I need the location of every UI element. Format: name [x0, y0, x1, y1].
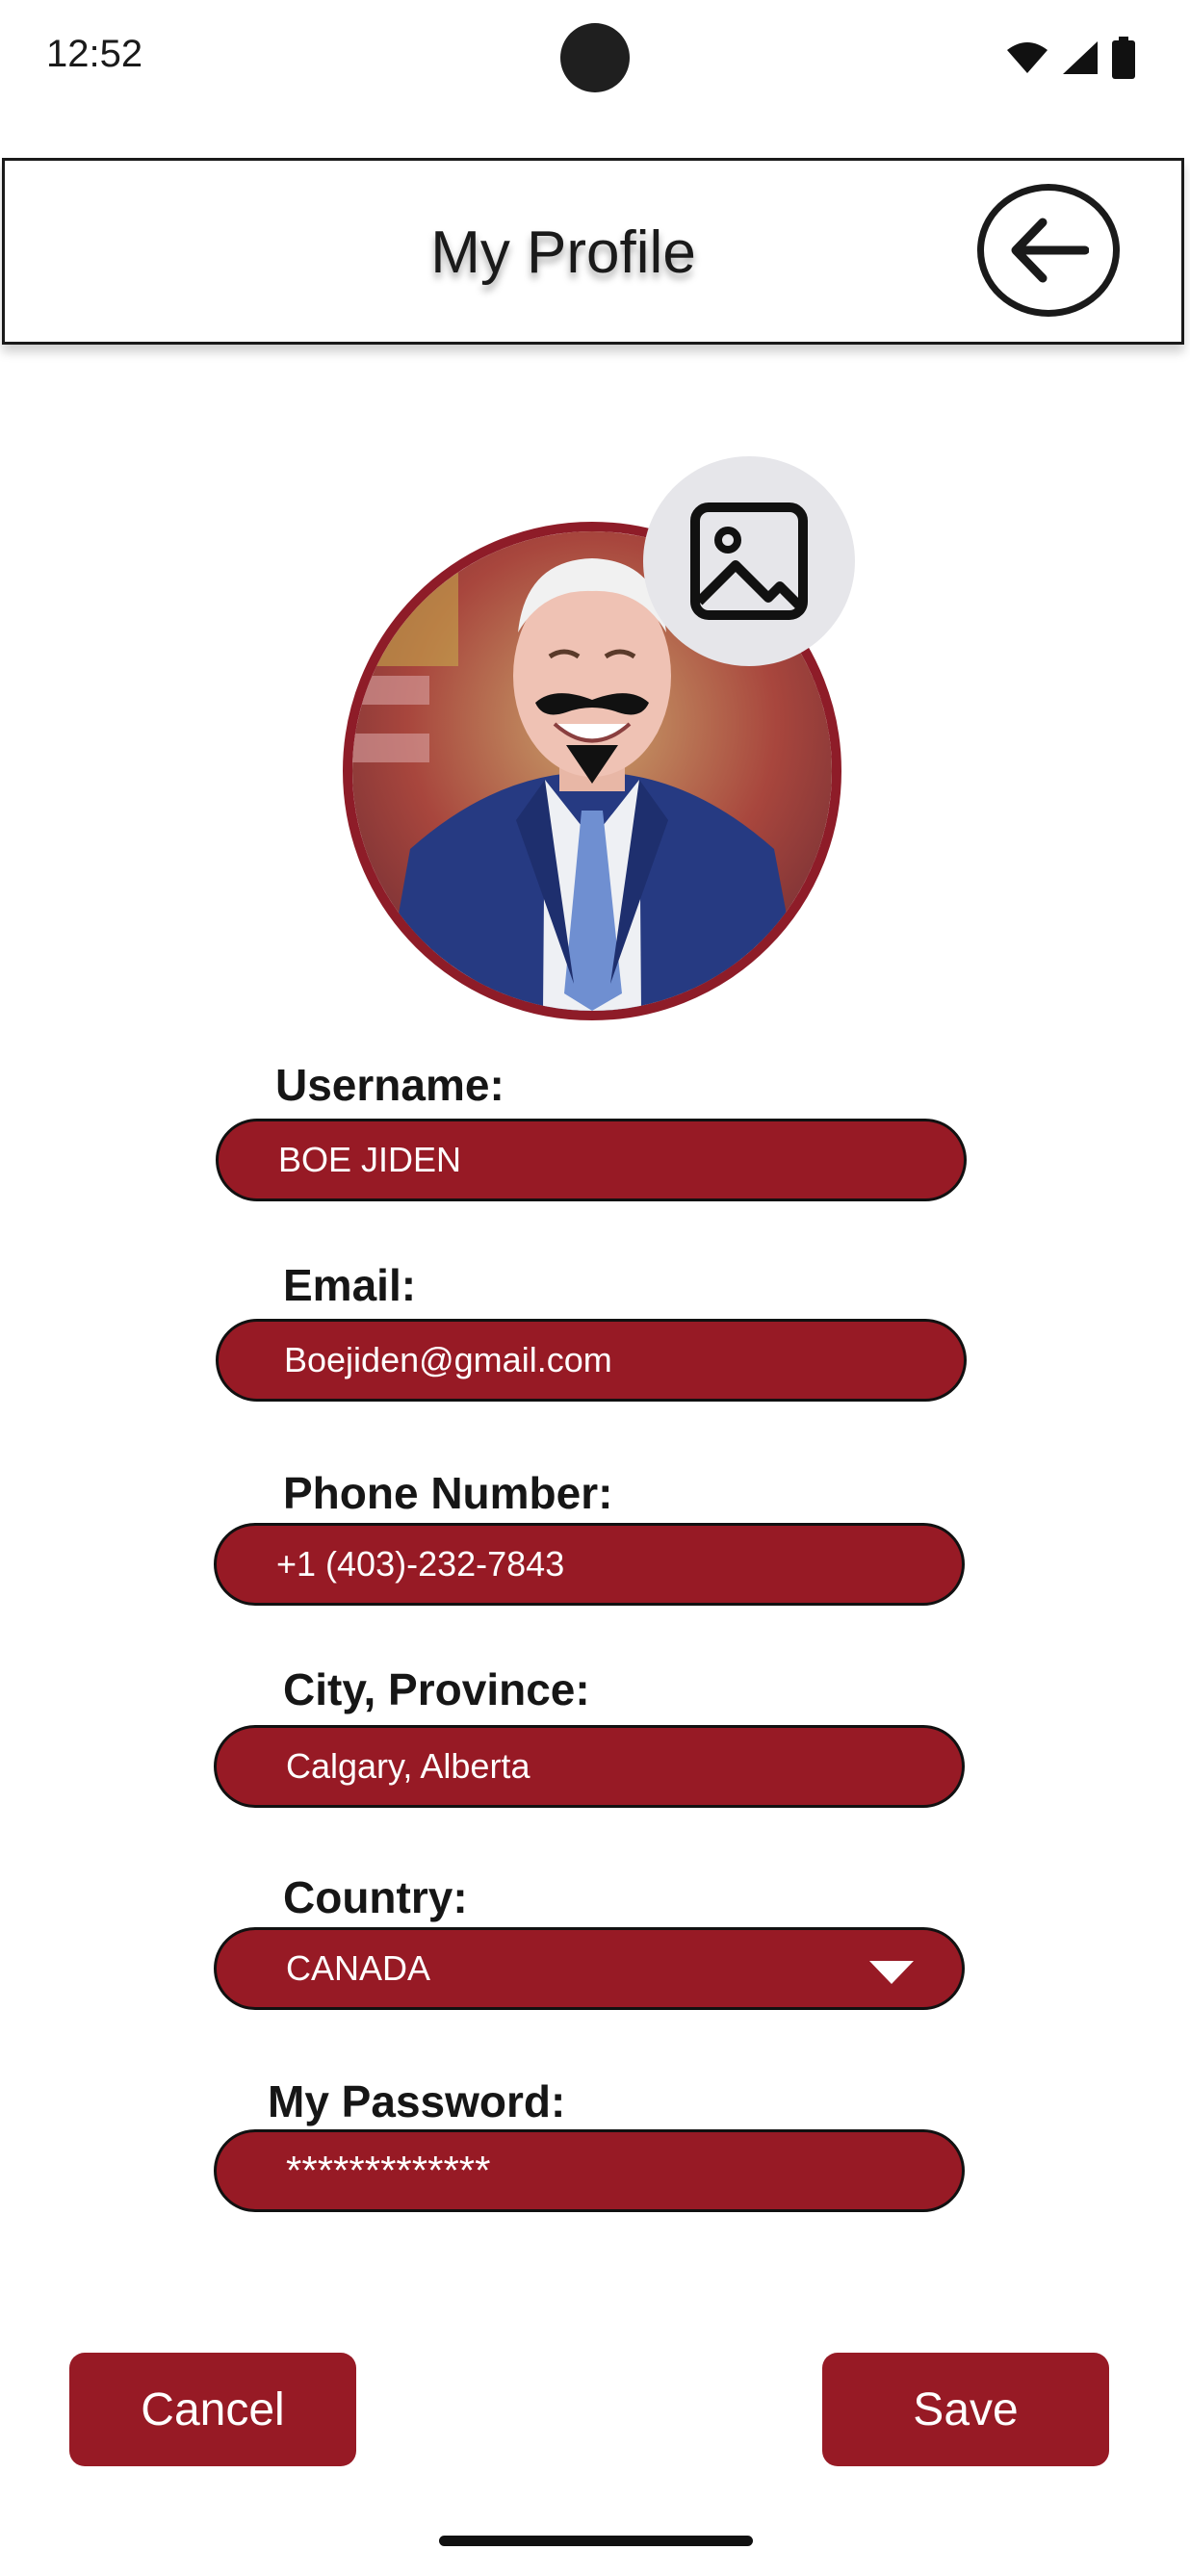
email-field[interactable]: Boejiden@gmail.com [216, 1319, 967, 1402]
save-button[interactable]: Save [822, 2353, 1109, 2466]
city-province-label: City, Province: [283, 1664, 590, 1714]
username-field[interactable]: BOE JIDEN [216, 1119, 967, 1201]
email-value: Boejiden@gmail.com [284, 1340, 612, 1379]
home-indicator[interactable] [439, 2536, 753, 2546]
country-label: Country: [283, 1872, 468, 1922]
phone-label: Phone Number: [283, 1468, 613, 1518]
change-photo-button[interactable] [643, 456, 855, 666]
country-value: CANADA [286, 1948, 431, 1988]
back-button[interactable] [977, 184, 1120, 317]
phone-value: +1 (403)-232-7843 [276, 1544, 565, 1584]
camera-cutout [560, 23, 630, 92]
password-label: My Password: [268, 2076, 566, 2126]
status-icons [1005, 37, 1136, 79]
signal-icon [1063, 41, 1098, 74]
status-time: 12:52 [46, 33, 143, 75]
battery-icon [1112, 37, 1135, 79]
password-field[interactable]: ************* [214, 2129, 965, 2212]
email-label: Email: [283, 1260, 417, 1310]
image-icon [690, 502, 808, 620]
page-title: My Profile [430, 219, 696, 286]
username-value: BOE JIDEN [278, 1140, 462, 1179]
status-bar: 12:52 [0, 0, 1190, 116]
city-province-value: Calgary, Alberta [286, 1746, 530, 1786]
profile-header: My Profile [2, 158, 1184, 345]
cancel-button[interactable]: Cancel [69, 2353, 356, 2466]
password-value: ************* [286, 2148, 491, 2193]
username-label: Username: [275, 1060, 504, 1110]
country-dropdown[interactable]: CANADA [214, 1927, 965, 2010]
arrow-left-icon [1011, 218, 1089, 283]
chevron-down-icon [869, 1961, 914, 1984]
city-province-field[interactable]: Calgary, Alberta [214, 1725, 965, 1808]
phone-field[interactable]: +1 (403)-232-7843 [214, 1523, 965, 1606]
wifi-icon [1007, 42, 1048, 73]
